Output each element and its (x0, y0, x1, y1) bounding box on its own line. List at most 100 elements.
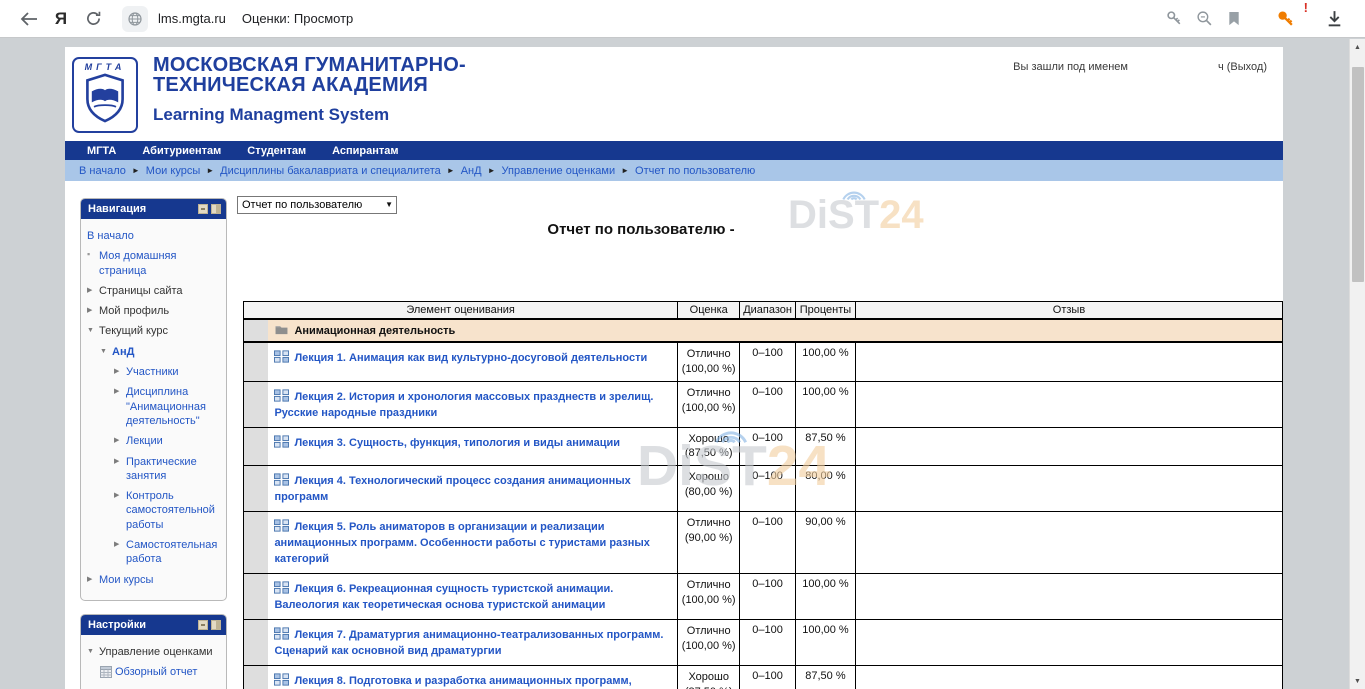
breadcrumb-disciplines[interactable]: Дисциплины бакалавриата и специалитета (220, 165, 441, 177)
percent-cell: 87,50 % (795, 427, 855, 466)
grade-item-link[interactable]: Лекция 7. Драматургия анимационно-театра… (274, 629, 663, 657)
collapsed-arrow-icon[interactable]: ▶ (87, 573, 99, 584)
grade-row-lecture-5: Лекция 5. Роль аниматоров в организации … (244, 512, 1283, 574)
password-manager-icon[interactable] (1159, 4, 1189, 34)
collapsed-arrow-icon[interactable]: ▶ (114, 385, 126, 396)
nav-item-mgta[interactable]: МГТА (87, 145, 116, 157)
dock-block-icon[interactable] (211, 204, 221, 214)
grade-item-link[interactable]: Лекция 4. Технологический процесс создан… (274, 475, 630, 503)
yandex-browser-icon[interactable]: Я (44, 4, 78, 34)
grade-cell: Отлично(100,00 %) (678, 573, 740, 619)
grade-item-link[interactable]: Лекция 2. История и хронология массовых … (274, 391, 653, 419)
col-header-range: Диапазон (740, 302, 796, 320)
site-globe-chip[interactable] (122, 6, 148, 32)
breadcrumb-home[interactable]: В начало (79, 165, 126, 177)
signal-arcs-icon (838, 181, 870, 203)
breadcrumb-grade-admin[interactable]: Управление оценками (502, 165, 616, 177)
col-header-feedback: Отзыв (855, 302, 1282, 320)
settings-item-grade-admin: ▼Управление оценками (86, 642, 222, 662)
collapsed-arrow-icon[interactable]: ▶ (87, 284, 99, 295)
indent-cell (244, 319, 269, 342)
grade-item-link[interactable]: Лекция 5. Роль аниматоров в организации … (274, 521, 650, 565)
sidebar-item-site-pages: ▶Страницы сайта (86, 281, 222, 301)
breadcrumb-separator: ► (488, 166, 496, 175)
breadcrumb-separator: ► (132, 166, 140, 175)
settings-block-title: Настройки (88, 619, 146, 631)
grade-item-link[interactable]: Лекция 6. Рекреационная сущность туристс… (274, 583, 613, 611)
indent-cell (244, 466, 269, 512)
protect-alert-icon[interactable]: ! (1271, 4, 1301, 34)
lesson-icon (274, 477, 289, 489)
nav-item-studentam[interactable]: Студентам (247, 145, 306, 157)
breadcrumb-course[interactable]: АнД (461, 165, 482, 177)
sidebar-item-lectures: ▶Лекции (113, 431, 222, 451)
collapsed-arrow-icon[interactable]: ▶ (114, 365, 126, 376)
bookmark-icon[interactable] (1219, 4, 1249, 34)
breadcrumb-my-courses[interactable]: Мои курсы (146, 165, 200, 177)
indent-cell (244, 665, 269, 689)
nav-item-aspirantam[interactable]: Аспирантам (332, 145, 398, 157)
report-page-title: Отчет по пользователю - (237, 221, 1283, 238)
range-cell: 0–100 (740, 381, 796, 427)
address-bar-url[interactable]: lms.mgta.ru (158, 11, 226, 26)
percent-cell: 100,00 % (795, 342, 855, 381)
sidebar-item-self-control: ▶Контроль самостоятельной работы (113, 486, 222, 535)
collapsed-arrow-icon[interactable]: ▶ (114, 455, 126, 466)
percent-cell: 87,50 % (795, 665, 855, 689)
lesson-icon (274, 631, 289, 643)
find-on-page-icon[interactable] (1189, 4, 1219, 34)
expanded-arrow-icon[interactable]: ▼ (87, 324, 99, 335)
grade-item-link[interactable]: Лекция 1. Анимация как вид культурно-дос… (294, 352, 647, 364)
indent-cell (244, 427, 269, 466)
feedback-cell (855, 619, 1282, 665)
collapsed-arrow-icon[interactable]: ▶ (87, 304, 99, 315)
download-icon (1325, 9, 1344, 28)
select-dropdown-arrow-icon: ▼ (385, 200, 393, 209)
expanded-arrow-icon[interactable]: ▼ (100, 345, 112, 356)
collapse-block-icon[interactable] (198, 204, 208, 214)
indent-cell (244, 619, 269, 665)
grade-cell: Отлично(100,00 %) (678, 619, 740, 665)
scrollbar-thumb[interactable] (1352, 67, 1364, 282)
grade-item-link[interactable]: Лекция 3. Сущность, функция, типология и… (294, 437, 620, 449)
site-header: МГТА МОСКОВСКАЯ ГУМАНИТАРНО- ТЕХНИЧЕСКАЯ… (65, 47, 1283, 141)
browser-back-button[interactable] (14, 4, 44, 34)
breadcrumb-user-report[interactable]: Отчет по пользователю (635, 165, 755, 177)
expanded-arrow-icon[interactable]: ▼ (87, 645, 99, 656)
report-type-select[interactable]: Отчет по пользователю ▼ (237, 196, 397, 214)
collapsed-arrow-icon[interactable]: ▶ (114, 538, 126, 549)
collapse-block-icon[interactable] (198, 620, 208, 630)
back-arrow-icon (19, 11, 39, 27)
grade-item-link[interactable]: Лекция 8. Подготовка и разработка анимац… (274, 675, 631, 689)
lms-page: МГТА МОСКОВСКАЯ ГУМАНИТАРНО- ТЕХНИЧЕСКАЯ… (65, 47, 1283, 689)
grade-cell: Отлично(100,00 %) (678, 342, 740, 381)
browser-reload-button[interactable] (78, 4, 108, 34)
collapsed-arrow-icon[interactable]: ▶ (114, 489, 126, 500)
scroll-up-arrow[interactable]: ▲ (1350, 39, 1365, 55)
downloads-button[interactable] (1319, 4, 1349, 34)
item-cell: Лекция 8. Подготовка и разработка анимац… (268, 665, 677, 689)
sidebar-item-my-home: ▪Моя домашняя страница (86, 246, 222, 281)
nav-item-abiturientam[interactable]: Абитуриентам (142, 145, 221, 157)
scroll-down-arrow[interactable]: ▼ (1350, 673, 1365, 689)
settings-block: Настройки ▼Управление оценками Обзорный … (80, 614, 227, 689)
navigation-block-title: Навигация (88, 203, 146, 215)
login-suffix-logout-link[interactable]: ч (Выход) (1218, 61, 1267, 73)
collapsed-arrow-icon[interactable]: ▶ (114, 434, 126, 445)
lms-subtitle: Learning Managment System (153, 105, 466, 125)
grade-cell: Хорошо(87,50 %) (678, 427, 740, 466)
main-report: Отчет по пользователю ▼ Отчет по пользов… (237, 196, 1283, 689)
item-cell: Лекция 4. Технологический процесс создан… (268, 466, 677, 512)
item-cell: Лекция 5. Роль аниматоров в организации … (268, 512, 677, 574)
address-bar-page-title: Оценки: Просмотр (242, 11, 353, 26)
grade-cell: Отлично(100,00 %) (678, 381, 740, 427)
navigation-block-header: Навигация (81, 199, 226, 219)
indent-cell (244, 342, 269, 381)
dock-block-icon[interactable] (211, 620, 221, 630)
navigation-block: Навигация В начало ▪Моя домашняя страниц… (80, 198, 227, 601)
lesson-icon (274, 393, 289, 405)
lesson-icon (274, 677, 289, 689)
sidebar-item-home: В начало (86, 226, 222, 246)
percent-cell: 100,00 % (795, 381, 855, 427)
vertical-scrollbar[interactable]: ▲ ▼ (1349, 39, 1365, 689)
